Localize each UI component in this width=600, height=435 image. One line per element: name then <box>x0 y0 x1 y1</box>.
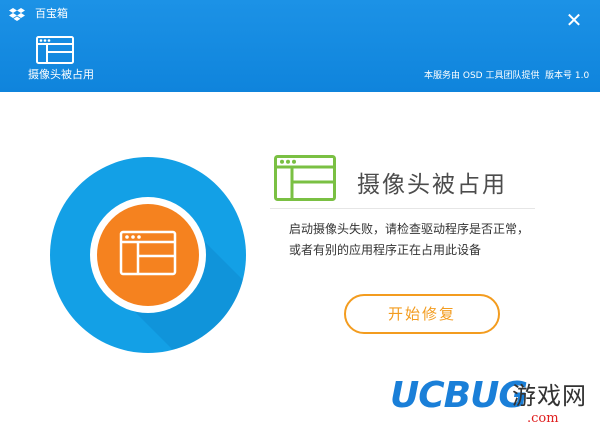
dropbox-icon <box>9 8 25 21</box>
version-text: 版本号 1.0 <box>545 71 590 81</box>
start-repair-button[interactable]: 开始修复 <box>344 294 500 334</box>
window-icon[interactable] <box>36 36 74 64</box>
window-icon <box>274 155 336 201</box>
provider-text: 本服务由 OSD 工具团队提供 <box>424 71 540 81</box>
camera-occupied-illustration <box>50 157 246 353</box>
description-line: 或者有别的应用程序正在占用此设备 <box>289 243 482 257</box>
divider <box>270 208 535 209</box>
watermark-brand: UCBUG <box>390 375 528 416</box>
watermark-tagline: 游戏网 <box>512 382 587 410</box>
watermark-domain: .com <box>527 411 559 426</box>
watermark: UCBUG 游戏网 .com <box>390 374 595 432</box>
title-bar: 百宝箱 ✕ 摄像头被占用 本服务由 OSD 工具团队提供 版本号 1.0 <box>0 0 600 92</box>
error-description: 启动摄像头失败，请检查驱动程序是否正常， 或者有别的应用程序正在占用此设备 <box>289 219 559 261</box>
page-title: 摄像头被占用 <box>357 172 507 198</box>
description-line: 启动摄像头失败，请检查驱动程序是否正常， <box>289 222 530 236</box>
app-title: 百宝箱 <box>35 7 68 20</box>
tab-camera-occupied[interactable]: 摄像头被占用 <box>28 67 94 83</box>
close-button[interactable]: ✕ <box>564 10 584 30</box>
